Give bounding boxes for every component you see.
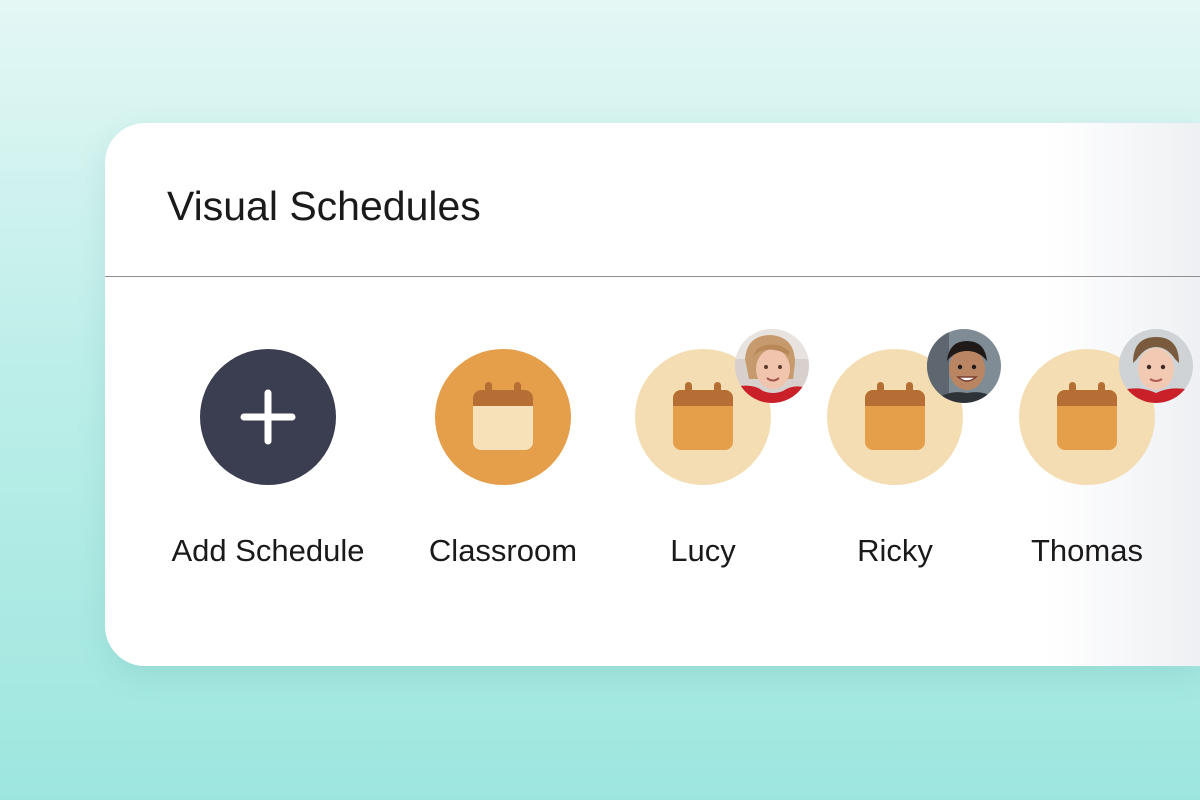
plus-icon: [240, 389, 296, 445]
schedule-tile-thomas[interactable]: Thomas: [977, 123, 1197, 666]
calendar-icon: [865, 382, 925, 450]
schedule-tile-ricky[interactable]: Ricky: [785, 123, 1005, 666]
add-schedule-tile[interactable]: Add Schedule: [158, 123, 378, 666]
schedule-label: Add Schedule: [171, 533, 365, 568]
calendar-icon: [473, 382, 533, 450]
add-schedule-button[interactable]: [200, 349, 336, 485]
calendar-icon: [673, 382, 733, 450]
schedule-label: Classroom: [428, 533, 578, 568]
schedule-label: Thomas: [1031, 533, 1143, 568]
schedule-label: Lucy: [670, 533, 736, 568]
schedule-label: Ricky: [857, 533, 933, 568]
schedule-tile-lucy[interactable]: Lucy: [593, 123, 813, 666]
schedule-button-classroom[interactable]: [435, 349, 571, 485]
schedule-tile-classroom[interactable]: Classroom: [393, 123, 613, 666]
calendar-icon: [1057, 382, 1117, 450]
visual-schedules-card: Visual Schedules Add Schedule Classroom: [105, 123, 1200, 666]
student-photo-icon: [1119, 329, 1193, 403]
